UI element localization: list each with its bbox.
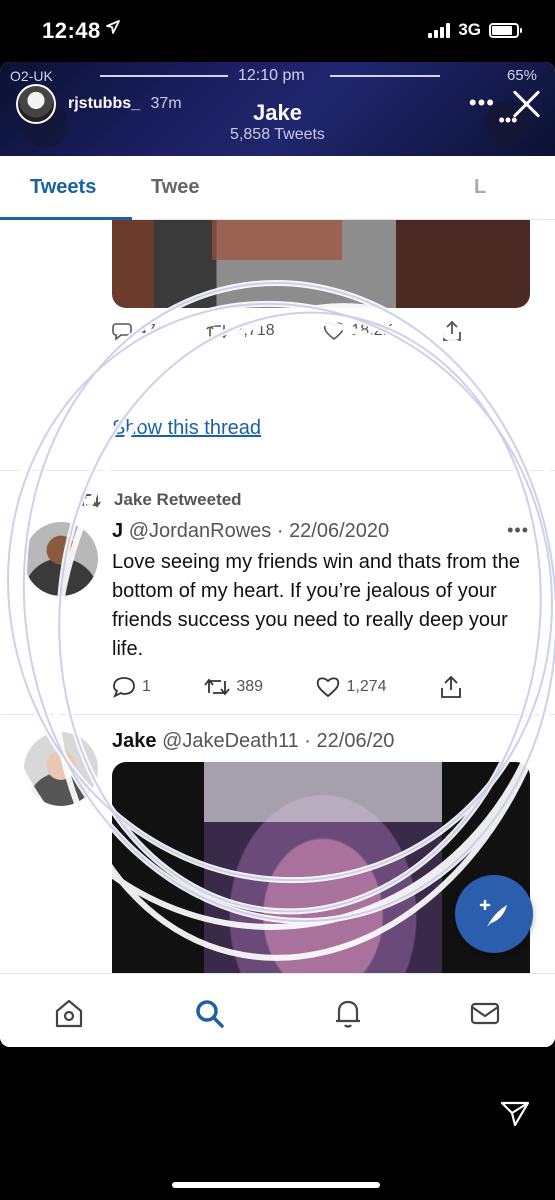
retweet-icon — [205, 323, 228, 339]
reply-button[interactable]: 1 — [112, 676, 151, 698]
reply-icon — [112, 323, 132, 341]
send-icon[interactable] — [500, 1100, 530, 1128]
like-count: 18.2K — [351, 322, 394, 339]
home-icon[interactable] — [52, 996, 86, 1030]
tweet-action-bar: 1 389 1,274 — [112, 675, 462, 699]
reply-count: 47 — [138, 322, 156, 339]
ios-clock: 12:48 — [42, 18, 101, 43]
tweet-media-image[interactable] — [112, 220, 530, 308]
reply-icon — [113, 677, 135, 698]
bottom-navigation — [0, 973, 555, 1047]
retweet-button[interactable]: 389 — [204, 676, 263, 698]
tab-likes[interactable]: L — [474, 176, 486, 199]
retweeted-text: Jake Retweeted — [114, 490, 242, 509]
bell-icon[interactable] — [331, 996, 365, 1030]
inner-carrier: O2-UK — [10, 68, 53, 84]
reply-button[interactable]: 47 — [112, 321, 156, 341]
retweet-icon — [79, 492, 101, 508]
retweet-button[interactable]: 2,718 — [205, 321, 275, 341]
retweeted-label: Jake Retweeted — [78, 490, 242, 510]
avatar[interactable] — [24, 522, 98, 596]
retweet-count: 389 — [236, 678, 264, 695]
tweet-count: 5,858 Tweets — [230, 126, 325, 143]
share-button[interactable] — [442, 320, 462, 342]
like-button[interactable]: 1,274 — [316, 676, 387, 698]
ios-status-bar: 12:48 3G — [0, 0, 555, 62]
share-icon — [443, 320, 461, 341]
compose-feather-icon — [479, 899, 507, 927]
tweet-header: Jake @JakeDeath11 · 22/06/20 — [112, 730, 395, 752]
inner-battery: 65% — [506, 67, 537, 84]
signal-icon — [428, 22, 451, 38]
search-icon[interactable] — [192, 996, 226, 1030]
retweet-count: 2,718 — [234, 322, 275, 339]
share-button[interactable] — [440, 675, 462, 699]
tweet-divider — [0, 470, 555, 471]
tweet-author-name[interactable]: Jake — [112, 730, 157, 752]
like-button[interactable]: 18.2K — [323, 321, 393, 341]
tweet-author-handle[interactable]: @JordanRowes — [129, 520, 272, 542]
heart-icon — [317, 677, 340, 698]
close-icon[interactable] — [509, 86, 543, 120]
tweet-header: J @JordanRowes · 22/06/2020 — [112, 520, 390, 542]
avatar[interactable] — [24, 732, 98, 806]
location-arrow-icon — [106, 20, 120, 34]
inner-clock: 12:10 pm — [238, 67, 305, 84]
tweet-date: 22/06/2020 — [289, 520, 390, 542]
show-thread-link[interactable]: Show this thread — [112, 417, 261, 440]
battery-icon — [489, 22, 522, 38]
profile-tabs: Tweets Twee L — [0, 156, 555, 220]
tweet-author-handle[interactable]: @JakeDeath11 — [162, 730, 299, 752]
tab-tweets[interactable]: Tweets — [30, 176, 96, 199]
tab-tweets-replies[interactable]: Twee — [151, 176, 200, 199]
heart-icon — [324, 322, 345, 341]
tweet-author-name[interactable]: J — [112, 520, 123, 542]
tweet-more-icon[interactable]: ••• — [507, 520, 529, 541]
mail-icon[interactable] — [468, 996, 502, 1030]
story-card[interactable]: O2-UK 12:10 pm 65% rjstubbs_ 37m Jake 5,… — [0, 62, 555, 1047]
compose-tweet-button[interactable] — [455, 875, 533, 953]
reply-count: 1 — [142, 678, 151, 695]
network-type: 3G — [458, 20, 481, 39]
story-more-icon[interactable]: ••• — [469, 90, 495, 116]
thread-action-bar: 47 2,718 18.2K — [112, 320, 462, 342]
tweet-date: 22/06/20 — [316, 730, 395, 752]
profile-banner: O2-UK 12:10 pm 65% rjstubbs_ 37m Jake 5,… — [0, 62, 555, 156]
tweet-text: Love seeing my friends win and thats fro… — [112, 551, 520, 660]
home-indicator[interactable] — [172, 1182, 380, 1188]
share-icon — [441, 675, 461, 698]
like-count: 1,274 — [346, 678, 387, 695]
tweet-divider — [0, 714, 555, 715]
tweet-feed[interactable]: 47 2,718 18.2K Show this thread Jake Ret… — [0, 220, 555, 973]
retweet-icon — [204, 678, 231, 696]
